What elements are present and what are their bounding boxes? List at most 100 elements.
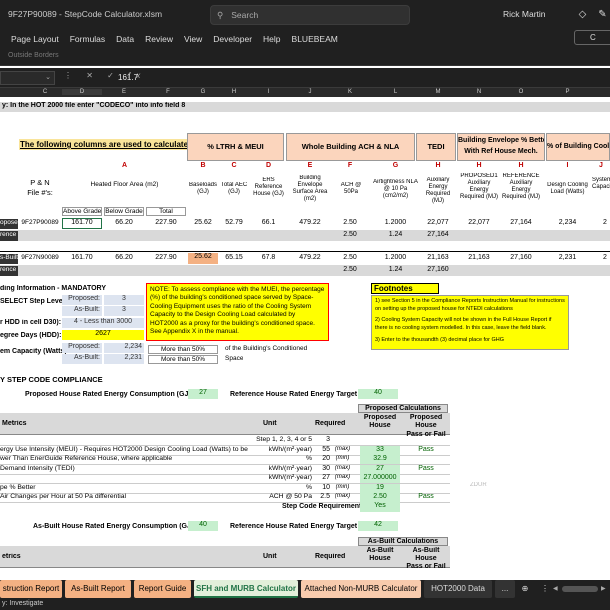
asbuilt-baseloads[interactable]: 25.62 [188, 253, 218, 264]
proposed-file[interactable]: 9F27P90089 [20, 219, 60, 226]
column-header-e[interactable]: E [104, 89, 144, 95]
reference2-aux[interactable]: 27,160 [418, 266, 458, 274]
menu-view[interactable]: View [184, 34, 202, 44]
column-header-j[interactable]: J [290, 89, 330, 95]
proposed-ers[interactable]: 66.1 [251, 219, 286, 227]
proposed-design-cool[interactable]: 2,234 [545, 219, 590, 227]
row-reference2-label: rence [0, 266, 18, 276]
cap-asbuilt[interactable]: 2,231 [104, 354, 144, 364]
column-header-p[interactable]: P [545, 89, 590, 95]
menu-review[interactable]: Review [145, 34, 173, 44]
asbuilt-ach[interactable]: 2.50 [330, 254, 370, 262]
asbuilt-sys-cap[interactable]: 2 [600, 254, 610, 262]
proposed-ach[interactable]: 2.50 [330, 219, 370, 227]
prop-energy-value[interactable]: 27 [188, 389, 218, 399]
column-header-o[interactable]: O [500, 89, 542, 95]
section-ach: Whole Building ACH & NLA [286, 133, 415, 161]
asbuilt-airtight[interactable]: 1.2000 [373, 254, 418, 262]
reference-airtight[interactable]: 1.24 [373, 231, 418, 239]
asbuilt-ers[interactable]: 67.8 [251, 254, 286, 262]
comments-button[interactable]: C [574, 30, 610, 45]
tab-attached-non-murb[interactable]: Attached Non-MURB Calculator [301, 580, 421, 598]
prop-energy-label: Proposed House Rated Energy Consumption … [25, 391, 210, 398]
tab-report-guide[interactable]: Report Guide [134, 580, 191, 598]
metric-unit: % [305, 455, 312, 462]
asbuilt-aux[interactable]: 21,163 [418, 254, 458, 262]
search-box[interactable]: ⚲ Search [210, 5, 410, 25]
proposed-envelope[interactable]: 479.22 [290, 219, 330, 227]
step-asbuilt[interactable]: 3 [104, 306, 144, 316]
tab-sfh-murb[interactable]: SFH and MURB Calculator [194, 580, 298, 598]
user-name[interactable]: Rick Martin [503, 9, 546, 19]
menu-bluebeam[interactable]: BLUEBEAM [292, 34, 338, 44]
asbuilt-above[interactable]: 161.70 [62, 254, 102, 262]
more-than-1: More than 50% [148, 345, 218, 354]
building-info-title: ding Information - MANDATORY [0, 285, 107, 292]
pen-icon[interactable]: ✎ [596, 8, 609, 21]
asbuilt-aux-ref[interactable]: 27,160 [500, 254, 542, 262]
chevron-down-icon[interactable]: ⌄ [45, 73, 51, 81]
reference2-ach[interactable]: 2.50 [330, 266, 370, 274]
tab-hot2000-data[interactable]: HOT2000 Data [424, 580, 492, 598]
column-header-f[interactable]: F [148, 89, 188, 95]
formula-value[interactable]: 161.7 [118, 73, 138, 82]
formula-bar: ⌄ ⋮ ✕ ✓ fx 161.7 [0, 68, 610, 88]
asbuilt-calc-header: As-Built Calculations [358, 537, 448, 546]
proposed-sys-cap[interactable]: 2 [600, 219, 610, 227]
column-header-l[interactable]: L [373, 89, 418, 95]
footnote-2: 2) Cooling System Capacity will not be s… [375, 317, 552, 332]
cap-proposed[interactable]: 2,234 [104, 343, 144, 353]
menu-developer[interactable]: Developer [213, 34, 252, 44]
column-header-g[interactable]: G [188, 89, 218, 95]
menu-page-layout[interactable]: Page Layout [11, 34, 59, 44]
worksheet[interactable]: y: In the HOT 2000 file enter "CODECO" i… [0, 97, 610, 580]
hdd-value[interactable]: 2627 [62, 330, 144, 340]
asbuilt-file[interactable]: 9F27N90089 [20, 254, 60, 261]
column-header-h[interactable]: H [219, 89, 249, 95]
hdd-range-select[interactable]: 4 - Less than 3000 [62, 318, 144, 328]
proposed-baseloads[interactable]: 25.62 [188, 219, 218, 227]
reference2-airtight[interactable]: 1.24 [373, 266, 418, 274]
column-header-i[interactable]: I [251, 89, 286, 95]
asbuilt-design-cool[interactable]: 2,231 [545, 254, 590, 262]
proposed-airtight[interactable]: 1.2000 [373, 219, 418, 227]
tab-asbuilt-report[interactable]: As-Built Report [65, 580, 131, 598]
column-header-k[interactable]: K [330, 89, 370, 95]
scroll-right-icon[interactable]: ▶ [601, 585, 607, 593]
column-header-n[interactable]: N [458, 89, 500, 95]
asbuilt-below[interactable]: 66.20 [104, 254, 144, 262]
ref-target-value[interactable]: 40 [358, 389, 398, 399]
proposed-below[interactable]: 66.20 [104, 219, 144, 227]
column-header-m[interactable]: M [418, 89, 458, 95]
proposed-aux-ref[interactable]: 27,164 [500, 219, 542, 227]
tab-construction-report[interactable]: struction Report [0, 580, 62, 598]
asbuilt-total-aec[interactable]: 65.15 [219, 254, 249, 262]
proposed-aux-prop[interactable]: 22,077 [458, 219, 500, 227]
horizontal-scrollbar[interactable] [562, 586, 598, 592]
step-proposed[interactable]: 3 [104, 295, 144, 305]
plus-icon[interactable]: ⊕ [518, 580, 532, 598]
proposed-above[interactable]: 161.70 [62, 218, 102, 229]
scroll-left-icon[interactable]: ◀ [553, 585, 559, 593]
ribbon-outside-borders[interactable]: Outside Borders [8, 52, 59, 59]
menu-help[interactable]: Help [263, 34, 280, 44]
column-header-c[interactable]: C [30, 89, 60, 95]
name-box[interactable]: ⌄ [0, 71, 55, 85]
asbuilt-total[interactable]: 227.90 [146, 254, 186, 262]
asbuilt-aux-prop[interactable]: 21,163 [458, 254, 500, 262]
diamond-icon[interactable]: ◇ [576, 8, 589, 21]
asbuilt-envelope[interactable]: 479.22 [290, 254, 330, 262]
reference-aux[interactable]: 27,164 [418, 231, 458, 239]
more-options-icon[interactable]: ⋮ [540, 580, 550, 598]
proposed-total[interactable]: 227.90 [146, 219, 186, 227]
column-header-d[interactable]: D [62, 89, 102, 95]
menu-data[interactable]: Data [116, 34, 134, 44]
proposed-aux[interactable]: 22,077 [418, 219, 458, 227]
tab-more[interactable]: ... [495, 580, 515, 598]
menu-formulas[interactable]: Formulas [70, 34, 105, 44]
asbuilt-energy-value[interactable]: 40 [188, 521, 218, 531]
row-asbuilt-label: s-Built [0, 254, 18, 264]
asbuilt-target-value[interactable]: 42 [358, 521, 398, 531]
proposed-total-aec[interactable]: 52.79 [219, 219, 249, 227]
reference-ach[interactable]: 2.50 [330, 231, 370, 239]
